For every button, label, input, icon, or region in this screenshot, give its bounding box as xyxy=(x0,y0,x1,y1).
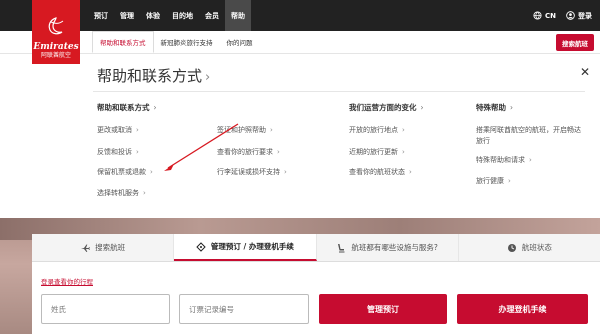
help-mega-menu: 帮助和联系方式 › ✕ 帮助和联系方式 › 更改或取消 › 反馈和投诉 › 保留机票或退… xyxy=(0,54,600,218)
chevron-right-icon: › xyxy=(205,70,211,85)
nav-item-manage[interactable]: 管理 xyxy=(114,0,140,31)
chevron-right-icon: › xyxy=(508,177,511,185)
chevron-right-icon: › xyxy=(510,103,513,112)
chevron-right-icon: › xyxy=(277,148,280,156)
seat-icon xyxy=(338,243,345,252)
chevron-right-icon: › xyxy=(402,148,405,156)
booking-reference-input[interactable]: 订票记录编号 xyxy=(179,294,309,324)
menu-link-open-destinations[interactable]: 开放的旅行地点 › xyxy=(349,125,405,135)
main-nav: 预订 管理 体验 目的地 会员 帮助 xyxy=(88,0,251,31)
subtab-help-contact[interactable]: 帮助和联系方式 xyxy=(92,31,154,53)
menu-link-special-requests[interactable]: 特殊帮助和请求 › xyxy=(476,155,532,165)
language-label: CN xyxy=(545,11,556,20)
check-in-button[interactable]: 办理登机手续 xyxy=(457,294,588,324)
chevron-right-icon: › xyxy=(136,148,139,156)
tab-onboard-services[interactable]: 航班都有哪些设施与服务? xyxy=(316,234,459,261)
emirates-emblem-icon xyxy=(48,17,64,35)
tab-flight-status[interactable]: 航班状态 xyxy=(458,234,600,261)
tab-search-flights[interactable]: 搜索航班 xyxy=(32,234,175,261)
chevron-right-icon: › xyxy=(143,189,146,197)
menu-link-visa-passport[interactable]: 签证和护照帮助 › xyxy=(217,125,273,135)
nav-item-experience[interactable]: 体验 xyxy=(140,0,166,31)
tab-flight-status-label: 航班状态 xyxy=(521,243,552,252)
tab-search-flights-label: 搜索航班 xyxy=(95,243,126,252)
tab-manage-booking-label: 管理预订 / 办理登机手续 xyxy=(210,242,294,251)
tab-manage-booking[interactable]: 管理预订 / 办理登机手续 xyxy=(174,234,317,261)
chevron-right-icon: › xyxy=(284,168,287,176)
login-button[interactable]: 登录 xyxy=(566,11,592,21)
menu-link-flight-status[interactable]: 查看你的航班状态 › xyxy=(349,167,412,177)
chevron-right-icon: › xyxy=(150,168,153,176)
clock-icon xyxy=(507,243,516,252)
subtab-your-questions[interactable]: 你的问题 xyxy=(220,31,260,53)
subtab-covid-support[interactable]: 新冠肺炎旅行支持 xyxy=(154,31,220,53)
emirates-logo[interactable]: Emirates 阿联酋航空 xyxy=(32,0,80,64)
menu-heading-operations[interactable]: 我们运营方面的变化 › xyxy=(349,102,424,113)
tab-onboard-services-label: 航班都有哪些设施与服务? xyxy=(351,243,438,252)
menu-heading-special-help[interactable]: 特殊帮助 › xyxy=(476,102,513,113)
retrieve-trips-link[interactable]: 登录查看你的行程 xyxy=(41,276,93,286)
booking-tabs: 搜索航班 管理预订 / 办理登机手续 航班都有哪些设施与服务? 航班状态 xyxy=(32,234,600,262)
nav-item-book[interactable]: 预订 xyxy=(88,0,114,31)
menu-link-baggage-support[interactable]: 行李延误或损坏支持 › xyxy=(217,167,287,177)
menu-title[interactable]: 帮助和联系方式 › xyxy=(97,65,210,86)
chevron-right-icon: › xyxy=(409,168,412,176)
nav-item-membership[interactable]: 会员 xyxy=(199,0,225,31)
close-icon[interactable]: ✕ xyxy=(580,65,590,79)
chevron-right-icon: › xyxy=(153,103,157,112)
chevron-right-icon: › xyxy=(402,126,405,134)
brand-name-cn: 阿联酋航空 xyxy=(40,52,71,59)
menu-link-change-cancel[interactable]: 更改或取消 › xyxy=(97,125,139,135)
search-flights-button[interactable]: 搜索航班 xyxy=(556,34,594,51)
menu-link-feedback[interactable]: 反馈和投诉 › xyxy=(97,147,139,157)
top-right-utilities: CN 登录 xyxy=(533,0,592,31)
brand-name: Emirates xyxy=(33,42,79,52)
help-subnav: 帮助和联系方式 新冠肺炎旅行支持 你的问题 搜索航班 xyxy=(0,31,600,54)
menu-link-travel-updates[interactable]: 近期的旅行更新 › xyxy=(349,147,405,157)
manage-booking-button[interactable]: 管理预订 xyxy=(319,294,447,324)
menu-link-transfer-service[interactable]: 选择转机服务 › xyxy=(97,188,146,198)
chevron-right-icon: › xyxy=(136,126,139,134)
menu-heading-help-contact[interactable]: 帮助和联系方式 › xyxy=(97,102,157,113)
ticket-icon xyxy=(196,241,206,252)
menu-link-hold-refund[interactable]: 保留机票或退款 › xyxy=(97,167,153,177)
lastname-input[interactable]: 姓氏 xyxy=(41,294,170,324)
nav-item-help[interactable]: 帮助 xyxy=(225,0,251,31)
chevron-right-icon: › xyxy=(270,126,273,134)
globe-icon xyxy=(533,11,542,20)
chevron-right-icon: › xyxy=(529,156,532,164)
menu-link-accessible-travel[interactable]: 搭乘阿联酋航空的航班，开启畅达旅行 xyxy=(476,125,584,147)
user-icon xyxy=(566,11,575,20)
chevron-right-icon: › xyxy=(420,103,424,112)
menu-divider xyxy=(93,91,585,92)
language-selector[interactable]: CN xyxy=(533,11,556,20)
booking-widget: 搜索航班 管理预订 / 办理登机手续 航班都有哪些设施与服务? 航班状态 登录查… xyxy=(32,234,600,334)
login-label: 登录 xyxy=(578,11,592,20)
menu-link-travel-health[interactable]: 旅行健康 › xyxy=(476,176,511,186)
airplane-icon xyxy=(81,244,90,252)
menu-link-travel-requirements[interactable]: 查看你的旅行要求 › xyxy=(217,147,280,157)
nav-item-destinations[interactable]: 目的地 xyxy=(166,0,199,31)
